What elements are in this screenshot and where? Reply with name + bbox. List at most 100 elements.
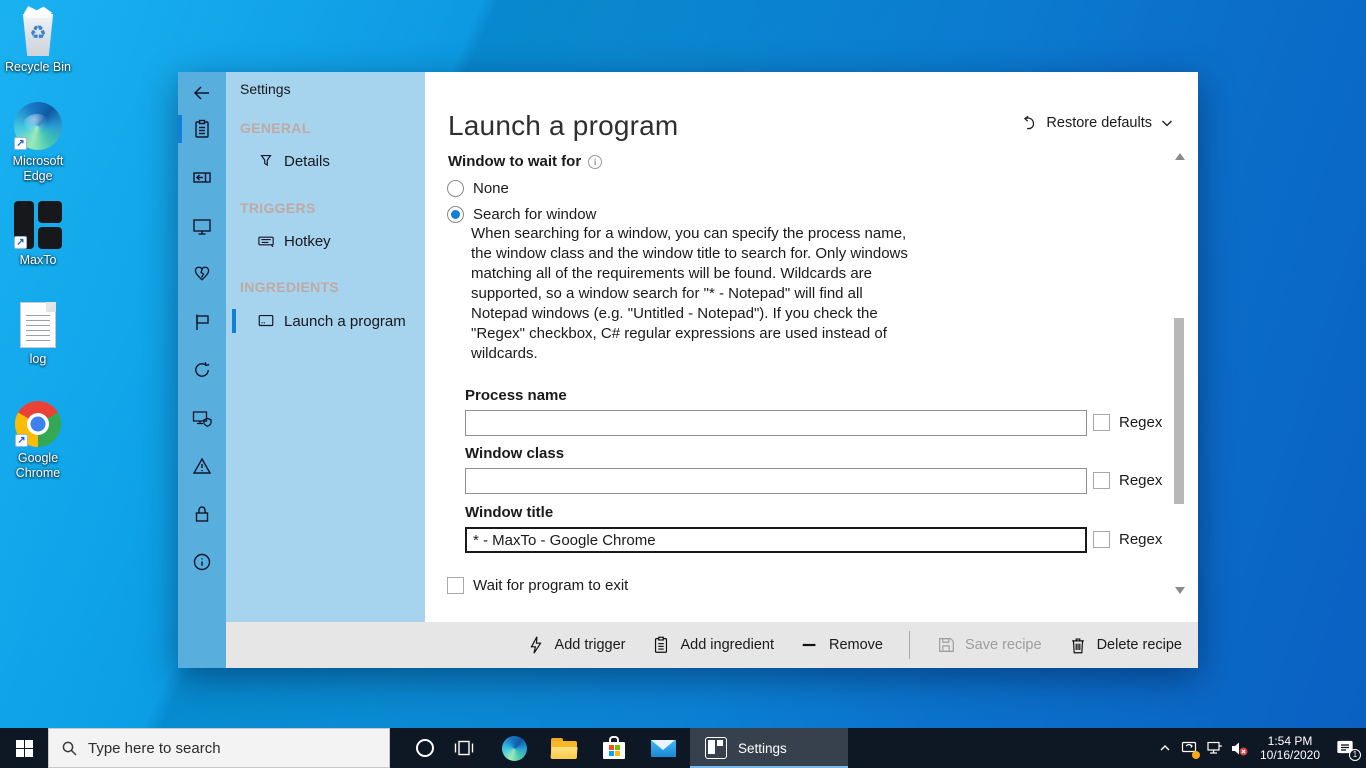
desktop-icon-maxto[interactable]: ↗ MaxTo xyxy=(0,201,76,268)
window-title: Settings xyxy=(240,81,291,97)
toolbar-divider xyxy=(908,631,910,659)
scroll-up-arrow-icon[interactable] xyxy=(1175,153,1185,160)
flag-icon xyxy=(196,314,209,330)
remove-button[interactable]: Remove xyxy=(800,635,883,655)
add-ingredient-button[interactable]: Add ingredient xyxy=(651,635,774,655)
save-icon xyxy=(939,638,954,652)
cortana-button[interactable] xyxy=(403,728,447,768)
lightning-icon xyxy=(529,636,542,654)
scrollbar-thumb[interactable] xyxy=(1174,318,1184,504)
desktop-icon-microsoft-edge[interactable]: ↗ Microsoft Edge xyxy=(0,102,76,184)
nav-rail xyxy=(178,72,226,668)
field-label-window-title: Window title xyxy=(465,504,554,521)
vertical-scrollbar[interactable] xyxy=(1174,148,1186,596)
rail-item-about[interactable] xyxy=(178,547,226,577)
back-arrow-icon xyxy=(193,86,209,100)
nav-section-triggers: TRIGGERS xyxy=(240,200,316,216)
rail-item-monitors[interactable] xyxy=(178,211,226,241)
rail-item-diagnostics[interactable] xyxy=(178,451,226,481)
rail-item-dock[interactable] xyxy=(178,162,226,192)
rail-item-updates[interactable] xyxy=(178,355,226,385)
checkbox-icon xyxy=(1093,472,1110,489)
nav-item-launch-a-program[interactable]: Launch a program xyxy=(226,304,425,338)
rail-item-recipes[interactable] xyxy=(178,114,226,144)
taskbar-clock[interactable]: 1:54 PM 10/16/2020 xyxy=(1258,734,1322,762)
edge-icon: ↗ xyxy=(14,102,62,150)
radio-unselected-icon xyxy=(447,180,464,197)
chevron-down-icon xyxy=(1162,120,1172,127)
taskbar-mail-button[interactable] xyxy=(641,728,685,768)
info-icon[interactable]: i xyxy=(588,154,603,169)
nav-item-details[interactable]: Details xyxy=(226,144,425,178)
delete-recipe-button[interactable]: Delete recipe xyxy=(1068,635,1182,655)
desktop-icon-recycle-bin[interactable]: ♻ Recycle Bin xyxy=(0,6,76,75)
settings-window: Settings GENERAL Details TRIGGERS Hotkey… xyxy=(178,72,1198,668)
shortcut-arrow-icon: ↗ xyxy=(14,137,27,150)
nav-item-label: Launch a program xyxy=(284,312,406,330)
taskbar-file-explorer-button[interactable] xyxy=(542,728,586,768)
taskbar-active-task-settings[interactable]: Settings xyxy=(690,728,848,768)
monitor-shield-icon xyxy=(192,411,212,427)
notification-badge: 1 xyxy=(1349,749,1361,761)
regex-checkbox-window-class[interactable]: Regex xyxy=(1093,472,1162,489)
wait-for-program-checkbox[interactable]: Wait for program to exit xyxy=(447,577,628,594)
save-recipe-button[interactable]: Save recipe xyxy=(936,635,1042,655)
taskbar-search-box[interactable]: Type here to search xyxy=(48,728,390,768)
tray-display-button[interactable] xyxy=(1177,728,1202,768)
system-tray: 1:54 PM 10/16/2020 1 xyxy=(1152,728,1366,768)
edge-icon xyxy=(501,735,527,761)
chevron-up-icon xyxy=(1160,745,1169,751)
desktop-wallpaper: ♻ Recycle Bin ↗ Microsoft Edge ↗ MaxTo l… xyxy=(0,0,1366,768)
maxto-app-icon xyxy=(705,737,727,759)
regex-checkbox-window-title[interactable]: Regex xyxy=(1093,531,1162,548)
clipboard-icon xyxy=(655,636,668,653)
nav-item-label: Details xyxy=(284,152,330,170)
nav-panel: Settings GENERAL Details TRIGGERS Hotkey… xyxy=(226,72,425,622)
rail-item-flags[interactable] xyxy=(178,307,226,337)
start-button[interactable] xyxy=(0,728,48,768)
task-view-button[interactable] xyxy=(442,728,486,768)
tray-volume-button[interactable] xyxy=(1227,728,1252,768)
window-class-input[interactable] xyxy=(465,468,1087,494)
program-window-icon xyxy=(256,312,276,330)
keyboard-icon xyxy=(256,232,276,251)
nav-item-hotkey[interactable]: Hotkey xyxy=(226,224,425,258)
checkbox-icon xyxy=(1093,414,1110,431)
restore-defaults-label: Restore defaults xyxy=(1046,115,1152,131)
action-center-button[interactable]: 1 xyxy=(1328,728,1362,768)
refresh-icon xyxy=(195,362,210,377)
document-icon xyxy=(20,302,56,348)
task-view-icon xyxy=(454,740,474,756)
status-dot-orange xyxy=(1192,751,1200,759)
maxto-icon: ↗ xyxy=(14,201,62,249)
back-button[interactable] xyxy=(178,78,226,108)
rail-item-license[interactable] xyxy=(178,499,226,529)
desktop-icon-google-chrome[interactable]: ↗ Google Chrome xyxy=(0,401,76,481)
radio-option-search-for-window[interactable]: Search for window xyxy=(447,206,596,223)
trash-icon xyxy=(1071,638,1084,654)
cortana-icon xyxy=(416,739,434,757)
restore-defaults-button[interactable]: Restore defaults xyxy=(1020,114,1174,132)
window-title-input[interactable] xyxy=(465,527,1087,553)
dock-left-icon xyxy=(193,172,211,183)
taskbar-store-button[interactable] xyxy=(592,728,636,768)
rail-item-compatibility[interactable] xyxy=(178,259,226,289)
add-trigger-button[interactable]: Add trigger xyxy=(526,635,625,655)
scroll-down-arrow-icon[interactable] xyxy=(1175,587,1185,594)
process-name-input[interactable] xyxy=(465,410,1087,436)
checkbox-icon xyxy=(1093,531,1110,548)
info-icon xyxy=(193,553,211,571)
chrome-icon: ↗ xyxy=(15,401,61,447)
tray-overflow-button[interactable] xyxy=(1152,728,1177,768)
monitor-icon xyxy=(193,219,211,235)
windows-logo-icon xyxy=(15,739,33,757)
regex-checkbox-process-name[interactable]: Regex xyxy=(1093,414,1162,431)
nav-section-general: GENERAL xyxy=(240,120,311,136)
ethernet-icon xyxy=(1206,741,1222,754)
desktop-icon-log[interactable]: log xyxy=(0,302,76,367)
tray-network-button[interactable] xyxy=(1202,728,1227,768)
taskbar-edge-button[interactable] xyxy=(492,728,536,768)
active-task-label: Settings xyxy=(738,740,787,756)
radio-option-none[interactable]: None xyxy=(447,180,509,197)
rail-item-security[interactable] xyxy=(178,403,226,433)
